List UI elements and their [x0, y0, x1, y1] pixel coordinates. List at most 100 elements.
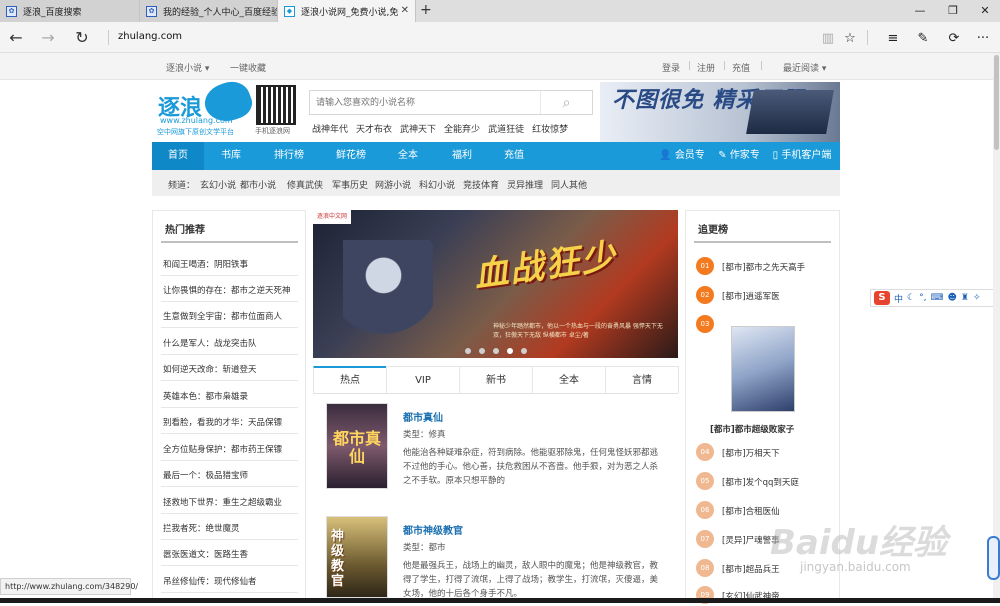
hot-search-link[interactable]: 红妆惊梦 [532, 122, 568, 135]
hub-icon[interactable]: ≡ [883, 28, 903, 48]
category-link[interactable]: 修真武侠 [287, 178, 323, 191]
hot-search-link[interactable]: 武神天下 [400, 122, 436, 135]
featured-book-title[interactable]: [都市]都市超级败家子 [710, 423, 794, 435]
rank-item[interactable]: 01 [都市]都市之先天高手 [694, 257, 834, 277]
list-item[interactable]: 什么是军人：战龙突击队 [161, 329, 298, 355]
hot-search-link[interactable]: 武道狂徒 [488, 122, 524, 135]
tab-hot[interactable]: 热点 [313, 366, 387, 393]
minimize-icon[interactable]: — [905, 0, 935, 22]
browser-tab-active[interactable]: ◆ 逐浪小说网_免费小说,免 ✕ [278, 0, 416, 22]
share-icon[interactable]: ⟳ [944, 28, 964, 48]
list-item[interactable]: 如何逆天改命：斩道登天 [161, 355, 298, 381]
featured-carousel[interactable]: 逐浪中文网 血战狂少 神秘少年踏然都市，他以一个热血与一段的奋勇风暴 强悍天下无… [313, 210, 678, 358]
nav-ranking[interactable]: 排行榜 [264, 142, 314, 170]
nav-mobile[interactable]: ▯ 手机客户端 [770, 142, 834, 170]
list-item[interactable]: 和阎王喝酒：阴阳铁事 [161, 250, 298, 276]
category-link[interactable]: 都市小说 [240, 178, 276, 191]
category-link[interactable]: 灵异推理 [507, 178, 543, 191]
book-title[interactable]: 都市真仙 [403, 409, 443, 424]
moon-icon[interactable]: ☾ [907, 293, 915, 303]
carousel-dot[interactable] [493, 348, 499, 354]
header-banner[interactable]: 不图很免 精采无限 [600, 82, 840, 142]
nav-welfare[interactable]: 福利 [440, 142, 484, 170]
page-scrollbar[interactable] [993, 53, 1000, 599]
url-field[interactable]: zhulang.com [118, 31, 182, 42]
nav-flowers[interactable]: 鲜花榜 [324, 142, 378, 170]
close-tab-icon[interactable]: ✕ [401, 5, 409, 16]
browser-tab[interactable]: ✿ 逐浪_百度搜索 [0, 0, 140, 22]
category-link[interactable]: 网游小说 [375, 178, 411, 191]
rank-item[interactable]: 02 [都市]逍遥军医 [694, 286, 834, 306]
close-window-icon[interactable]: ✕ [970, 0, 1000, 22]
ime-toolbar[interactable]: S 中 ☾ °, ⌨ ☻ ♜ ✧ [870, 289, 998, 307]
list-item[interactable]: 让你畏惧的存在：都市之逆天死神 [161, 276, 298, 302]
tab-romance[interactable]: 言情 [605, 366, 679, 393]
register-link[interactable]: 注册 [697, 61, 715, 74]
recent-read-menu[interactable]: 最近阅读 ▾ [783, 61, 826, 74]
list-item[interactable]: 最后一个：极品猎宝师 [161, 461, 298, 487]
list-item[interactable]: 拦我者死：绝世魔灵 [161, 514, 298, 540]
hot-search-link[interactable]: 天才布衣 [356, 122, 392, 135]
featured-book-cover[interactable] [731, 326, 795, 412]
book-cover[interactable]: 都市真仙 [326, 403, 388, 489]
nav-home[interactable]: 首页 [152, 142, 204, 170]
more-icon[interactable]: ··· [973, 28, 993, 48]
list-item[interactable]: 吊丝修仙传：现代修仙者 [161, 567, 298, 593]
carousel-dot[interactable] [521, 348, 527, 354]
hot-search-link[interactable]: 战神年代 [312, 122, 348, 135]
list-item[interactable]: 别看脸，看我的才华：天品保镖 [161, 408, 298, 434]
rank-item[interactable]: 05 [都市]发个qq到天庭 [694, 472, 834, 492]
book-cover[interactable]: 神级教官 [326, 516, 388, 598]
category-link[interactable]: 军事历史 [332, 178, 368, 191]
book-title[interactable]: 都市神级教官 [403, 522, 463, 537]
login-link[interactable]: 登录 [662, 61, 680, 74]
side-float-widget[interactable] [987, 536, 1000, 580]
keyboard-icon[interactable]: ⌨ [930, 293, 943, 303]
tab-new[interactable]: 新书 [459, 366, 533, 393]
forward-icon[interactable]: → [36, 22, 60, 53]
tab-complete[interactable]: 全本 [532, 366, 606, 393]
list-item[interactable]: 英雄本色：都市枭雄录 [161, 382, 298, 408]
category-link[interactable]: 科幻小说 [419, 178, 455, 191]
brand-menu[interactable]: 逐浪小说 ▾ [166, 61, 209, 74]
rank-item[interactable]: 09 [玄幻]仙武神帝 [694, 586, 834, 606]
category-link[interactable]: 玄幻小说 [200, 178, 236, 191]
reading-view-icon[interactable]: ▥ [818, 28, 838, 48]
recharge-link[interactable]: 充值 [732, 61, 750, 74]
list-item[interactable]: 拯救地下世界：重生之超级霸业 [161, 488, 298, 514]
restore-icon[interactable]: ❐ [938, 0, 968, 22]
refresh-icon[interactable]: ↻ [70, 22, 94, 53]
search-button[interactable]: ⌕ [540, 91, 592, 114]
nav-author[interactable]: ✎ 作家专区 [714, 142, 764, 189]
nav-library[interactable]: 书库 [208, 142, 254, 170]
new-tab-icon[interactable]: + [420, 2, 432, 18]
punctuation-icon[interactable]: °, [919, 293, 926, 303]
list-item[interactable]: 嚣张医道文：医路生香 [161, 540, 298, 566]
category-link[interactable]: 竞技体育 [463, 178, 499, 191]
scrollbar-thumb[interactable] [994, 55, 999, 150]
carousel-dot[interactable] [465, 348, 471, 354]
carousel-dot-active[interactable] [507, 348, 513, 354]
wrench-icon[interactable]: ✧ [973, 293, 981, 303]
hot-search-link[interactable]: 全能弃少 [444, 122, 480, 135]
user-icon[interactable]: ☻ [947, 293, 956, 303]
ime-mode-label[interactable]: 中 [894, 292, 903, 305]
favorite-star-icon[interactable]: ☆ [840, 28, 860, 48]
nav-complete[interactable]: 全本 [386, 142, 430, 170]
list-item[interactable]: 生意做到全宇宙：都市位面商人 [161, 302, 298, 328]
nav-recharge[interactable]: 充值 [492, 142, 536, 170]
tab-vip[interactable]: VIP [386, 366, 460, 393]
list-item[interactable]: 全方位贴身保护：都市药王保镖 [161, 435, 298, 461]
carousel-dot[interactable] [479, 348, 485, 354]
browser-tab[interactable]: ✿ 我的经验_个人中心_百度经验 [140, 0, 278, 22]
nav-member[interactable]: 👤 会员专区 [656, 142, 708, 189]
back-icon[interactable]: ← [4, 22, 28, 53]
shirt-icon[interactable]: ♜ [961, 293, 969, 303]
web-note-icon[interactable]: ✎ [913, 28, 933, 48]
hot-recommend-title: 热门推荐 [165, 225, 205, 236]
search-input[interactable] [310, 91, 542, 114]
rank-item[interactable]: 04 [都市]万相天下 [694, 443, 834, 463]
category-link[interactable]: 同人其他 [551, 178, 587, 191]
bookmark-link[interactable]: 一键收藏 [230, 61, 266, 74]
phone-icon: ▯ [772, 150, 779, 161]
